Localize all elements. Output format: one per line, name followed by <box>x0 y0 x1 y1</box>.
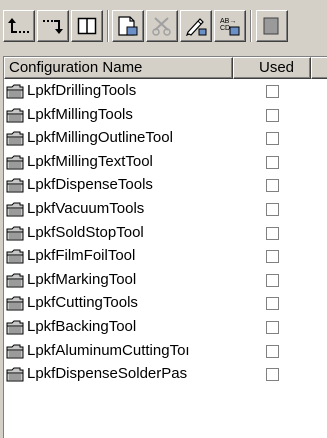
edit-button[interactable] <box>180 10 212 42</box>
list-item[interactable]: LpkfDrillingTools <box>4 80 324 103</box>
cut-button[interactable] <box>146 10 178 42</box>
folder-icon <box>6 131 24 146</box>
folder-icon <box>6 249 24 264</box>
list-item[interactable]: LpkfDispenseTools <box>4 174 324 197</box>
configuration-name: LpkfFilmFoilTool <box>27 247 136 265</box>
folder-icon <box>6 344 24 359</box>
split-view-button[interactable] <box>71 10 103 42</box>
column-header-used[interactable]: Used <box>233 57 311 79</box>
list-item[interactable]: LpkfDispenseSolderPas <box>4 363 324 386</box>
list-item[interactable]: LpkfMillingOutlineTool <box>4 127 324 150</box>
configuration-list[interactable]: Configuration Name Used LpkfDrillingTool… <box>3 56 327 438</box>
list-item[interactable]: LpkfMillingTools <box>4 104 324 127</box>
folder-icon <box>6 202 24 217</box>
toolbar: AB→ CD <box>0 0 327 53</box>
list-item[interactable]: LpkfVacuumTools <box>4 198 324 221</box>
used-checkbox[interactable] <box>266 226 279 240</box>
move-up-level-icon <box>8 17 30 35</box>
configuration-name: LpkfDispenseSolderPas <box>27 365 188 383</box>
partial-tool-icon <box>261 16 283 36</box>
used-checkbox[interactable] <box>266 368 279 382</box>
configuration-name: LpkfDispenseTools <box>27 176 153 194</box>
svg-text:CD: CD <box>220 25 230 32</box>
configuration-name: LpkfDrillingTools <box>27 82 137 99</box>
folder-icon <box>6 155 24 170</box>
partial-tool-button[interactable] <box>256 10 288 42</box>
folder-icon <box>6 367 24 382</box>
list-item[interactable]: LpkfCuttingTools <box>4 292 324 315</box>
cut-disabled-icon <box>151 16 173 36</box>
toolbar-separator <box>250 10 252 42</box>
used-checkbox[interactable] <box>266 108 279 122</box>
list-item[interactable]: LpkfMarkingTool <box>4 269 324 292</box>
edit-pencil-icon <box>185 16 207 36</box>
used-checkbox[interactable] <box>266 179 279 193</box>
configuration-name: LpkfAluminumCuttingToı <box>27 341 190 359</box>
svg-text:AB→: AB→ <box>220 18 236 25</box>
used-checkbox[interactable] <box>266 155 279 169</box>
new-document-icon <box>117 16 139 36</box>
folder-icon <box>6 273 24 288</box>
used-checkbox[interactable] <box>266 297 279 311</box>
folder-icon <box>6 178 24 193</box>
toolbar-separator <box>107 10 109 42</box>
list-item[interactable]: LpkfBackingTool <box>4 316 324 339</box>
used-checkbox[interactable] <box>266 85 279 98</box>
folder-icon <box>6 320 24 335</box>
configuration-name: LpkfBackingTool <box>27 318 137 335</box>
split-view-icon <box>77 17 97 35</box>
move-up-level-button[interactable] <box>3 10 35 42</box>
configuration-name: LpkfMillingTools <box>27 105 133 123</box>
rename-ab-icon: AB→ CD <box>219 15 241 37</box>
folder-icon <box>6 108 24 123</box>
used-checkbox[interactable] <box>266 321 279 334</box>
move-down-level-icon <box>42 17 64 35</box>
configuration-name: LpkfSoldStopTool <box>27 223 144 241</box>
used-checkbox[interactable] <box>266 132 279 146</box>
folder-icon <box>6 84 24 99</box>
list-item[interactable]: LpkfFilmFoilTool <box>4 245 324 268</box>
used-checkbox[interactable] <box>266 273 279 287</box>
list-item[interactable]: LpkfAluminumCuttingToı <box>4 340 324 363</box>
folder-icon <box>6 226 24 241</box>
column-header-empty[interactable] <box>311 57 327 79</box>
configuration-name: LpkfVacuumTools <box>27 200 145 217</box>
list-item[interactable]: LpkfSoldStopTool <box>4 222 324 245</box>
rename-button[interactable]: AB→ CD <box>214 10 246 42</box>
configuration-name: LpkfMillingTextTool <box>27 152 153 170</box>
used-checkbox[interactable] <box>266 250 279 264</box>
configuration-name: LpkfMillingOutlineTool <box>27 129 173 147</box>
column-header-configuration-name[interactable]: Configuration Name <box>4 57 233 79</box>
list-item[interactable]: LpkfMillingTextTool <box>4 151 324 174</box>
folder-icon <box>6 296 24 311</box>
configuration-name: LpkfMarkingTool <box>27 270 137 288</box>
list-header: Configuration Name Used <box>4 57 327 79</box>
move-down-level-button[interactable] <box>37 10 69 42</box>
new-document-button[interactable] <box>112 10 144 42</box>
configuration-name: LpkfCuttingTools <box>27 294 138 312</box>
used-checkbox[interactable] <box>266 203 279 216</box>
used-checkbox[interactable] <box>266 344 279 358</box>
